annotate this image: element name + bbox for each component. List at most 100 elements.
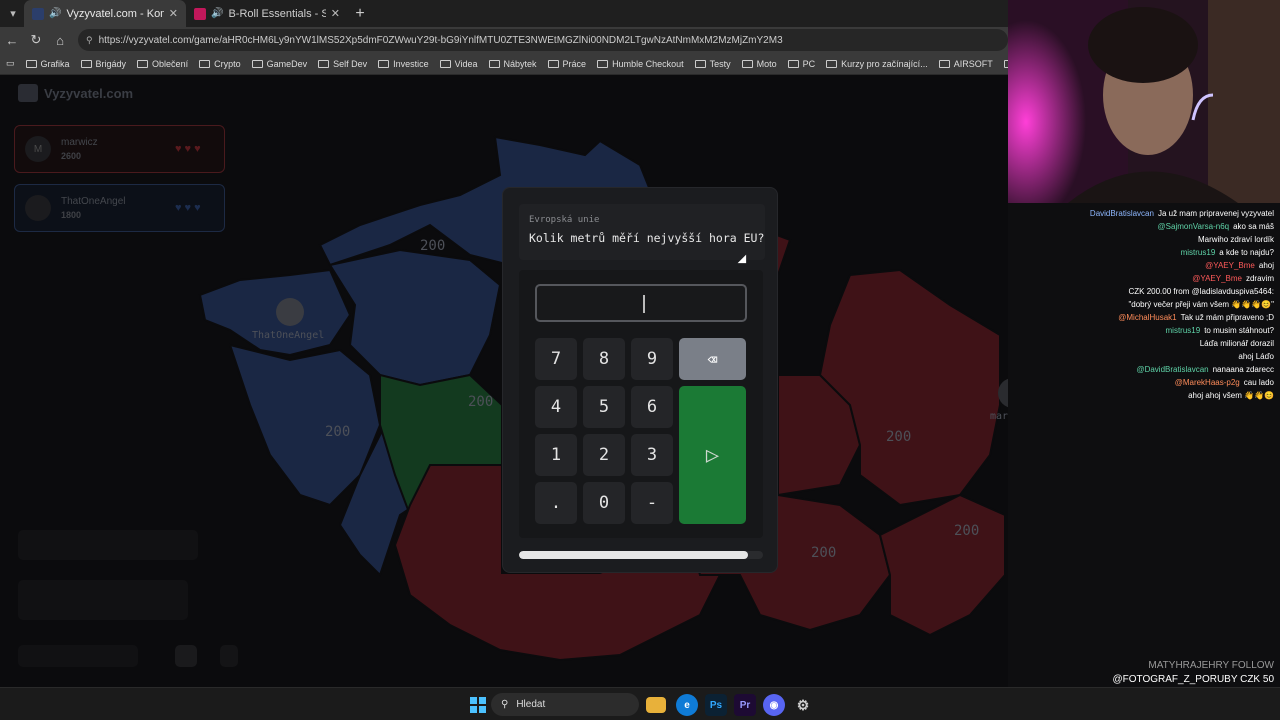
blurred-button[interactable] xyxy=(220,645,238,667)
home-button[interactable]: ⌂ xyxy=(48,33,72,48)
chat-username: DavidBratislavcan xyxy=(1089,209,1154,218)
close-tab-icon[interactable]: ✕ xyxy=(169,7,178,20)
player-avatar xyxy=(25,195,51,221)
time-remaining-fill xyxy=(519,551,749,559)
windows-start-icon[interactable] xyxy=(467,694,489,716)
bookmark-label: Brigády xyxy=(95,58,127,69)
bookmark-item[interactable]: Investice xyxy=(378,59,429,69)
bookmark-item[interactable]: Humble Checkout xyxy=(597,59,684,69)
chat-message: mistrus19 a kde to najdu? xyxy=(1181,248,1274,257)
bookmark-item[interactable]: Videa xyxy=(439,59,478,69)
site-info-icon[interactable]: ⚲ xyxy=(86,35,93,46)
answer-input[interactable] xyxy=(535,284,747,322)
bookmark-item[interactable]: Testy xyxy=(694,59,731,69)
key-1[interactable]: 1 xyxy=(535,434,577,476)
key-5[interactable]: 5 xyxy=(583,386,625,428)
player-card-marwicz: M marwicz 2600 ♥ ♥ ♥ xyxy=(14,125,225,173)
chat-message: @DavidBratislavcan nanaana zdarecc xyxy=(1136,365,1274,374)
chat-text: CZK 200.00 from @ladislavduspiva5464: xyxy=(1128,287,1274,296)
file-explorer-icon[interactable] xyxy=(646,697,666,713)
folder-icon xyxy=(25,59,37,68)
url-text: https://vyzyvatel.com/game/aHR0cHM6Ly9nY… xyxy=(98,34,783,46)
bookmark-item[interactable]: GameDev xyxy=(251,59,307,69)
player-score: 2600 xyxy=(61,151,82,161)
blurred-panel xyxy=(18,645,138,667)
speaker-icon[interactable]: 🔊 xyxy=(211,8,223,19)
bookmark-label: Kurzy pro začínající... xyxy=(841,58,928,69)
player-name: ThatOneAngel xyxy=(61,196,126,207)
reading-list-icon[interactable]: ▭ xyxy=(6,58,15,69)
folder-icon xyxy=(488,59,500,68)
chat-username: @MichalHusak1 xyxy=(1118,313,1177,322)
bookmark-item[interactable]: Self Dev xyxy=(318,59,367,69)
chat-message: @MichalHusak1 Tak už mám připraveno ;D xyxy=(1118,313,1274,322)
browser-tab-vyzyvatel[interactable]: 🔊 Vyzyvatel.com - Komunitní vě ✕ xyxy=(24,0,186,27)
url-field[interactable]: ⚲ https://vyzyvatel.com/game/aHR0cHM6Ly9… xyxy=(78,29,1008,51)
chat-text: "dobrý večer přeji vám všem 👋👋👋😊" xyxy=(1128,300,1274,309)
key-0[interactable]: 0 xyxy=(583,482,625,524)
key-9[interactable]: 9 xyxy=(631,338,673,380)
key-decimal[interactable]: . xyxy=(535,482,577,524)
key-4[interactable]: 4 xyxy=(535,386,577,428)
browser-tab-broll[interactable]: 🔊 B-Roll Essentials - Spring 202 ✕ xyxy=(186,0,348,27)
blurred-button[interactable] xyxy=(175,645,197,667)
new-tab-button[interactable]: + xyxy=(348,5,372,23)
region-value-label: 200 xyxy=(468,394,493,410)
broll-favicon xyxy=(194,7,206,20)
player-map-label: marwicz xyxy=(990,411,1008,422)
key-3[interactable]: 3 xyxy=(631,434,673,476)
speaker-icon[interactable]: 🔊 xyxy=(49,8,61,19)
back-button[interactable]: ← xyxy=(0,33,24,48)
region-zlin-east[interactable] xyxy=(878,493,1006,637)
bookmark-item[interactable]: Nábytek xyxy=(488,59,537,69)
photoshop-icon[interactable]: Ps xyxy=(705,694,727,716)
tab-title: Vyzyvatel.com - Komunitní vě xyxy=(66,7,163,20)
edge-browser-icon[interactable]: e xyxy=(676,694,698,716)
key-6[interactable]: 6 xyxy=(631,386,673,428)
address-bar-row: ← ↻ ⌂ ⚲ https://vyzyvatel.com/game/aHR0c… xyxy=(0,27,1008,53)
bookmark-item[interactable]: Moto xyxy=(741,59,777,69)
chat-message: CZK 200.00 from @ladislavduspiva5464: xyxy=(1124,287,1274,296)
bookmark-label: Humble Checkout xyxy=(612,58,684,69)
player-score: 1800 xyxy=(61,210,82,220)
key-7[interactable]: 7 xyxy=(535,338,577,380)
bookmark-item[interactable]: Práce xyxy=(547,59,586,69)
player-avatar-marker xyxy=(276,298,304,326)
bookmark-item[interactable]: AIRSOFT xyxy=(938,58,993,69)
bookmark-label: Oblečení xyxy=(152,58,189,69)
chat-message: @YAEY_Bme ahoj xyxy=(1205,261,1274,270)
premiere-icon[interactable]: Pr xyxy=(734,694,756,716)
player-name: marwicz xyxy=(61,137,98,148)
text-caret xyxy=(643,295,645,313)
discord-icon[interactable]: ◉ xyxy=(763,694,785,716)
settings-gear-icon[interactable]: ⚙ xyxy=(792,694,814,716)
tab-menu-icon[interactable]: ▾ xyxy=(2,3,24,25)
bookmark-item[interactable]: Brigády xyxy=(80,58,127,69)
key-minus[interactable]: - xyxy=(631,482,673,524)
bookmark-label: Crypto xyxy=(214,58,241,69)
vyzyvatel-favicon xyxy=(32,7,44,20)
chat-text: Ja už mam pripravenej vyzyvatel xyxy=(1157,209,1274,218)
region-karlovarsky[interactable] xyxy=(198,268,352,357)
backspace-button[interactable]: ⌫ xyxy=(679,338,746,380)
folder-icon xyxy=(787,59,799,68)
bookmark-label: PC xyxy=(802,58,816,69)
key-8[interactable]: 8 xyxy=(583,338,625,380)
bookmark-item[interactable]: Grafika xyxy=(25,59,70,69)
bookmark-item[interactable]: PC xyxy=(787,58,816,69)
submit-answer-button[interactable]: ▷ xyxy=(679,386,746,524)
bookmark-item[interactable]: Kurzy pro začínající... xyxy=(826,59,928,69)
chat-text: nanaana zdarecc xyxy=(1212,365,1274,374)
player-map-label: ThatOneAngel xyxy=(252,330,324,341)
folder-icon xyxy=(741,59,753,68)
bookmark-item[interactable]: Oblečení xyxy=(137,59,188,69)
key-2[interactable]: 2 xyxy=(583,434,625,476)
bookmark-label: AIRSOFT xyxy=(953,58,993,69)
site-logo[interactable]: Vyzyvatel.com xyxy=(18,84,133,102)
taskbar-search[interactable]: ⚲ Hledat xyxy=(491,693,639,716)
reload-button[interactable]: ↻ xyxy=(24,32,48,48)
bookmark-item[interactable]: Crypto xyxy=(199,59,241,69)
chat-message: @MarekHaas-p2g cau lado xyxy=(1175,378,1274,387)
close-tab-icon[interactable]: ✕ xyxy=(331,7,340,20)
chat-username: mistrus19 xyxy=(1180,248,1216,257)
